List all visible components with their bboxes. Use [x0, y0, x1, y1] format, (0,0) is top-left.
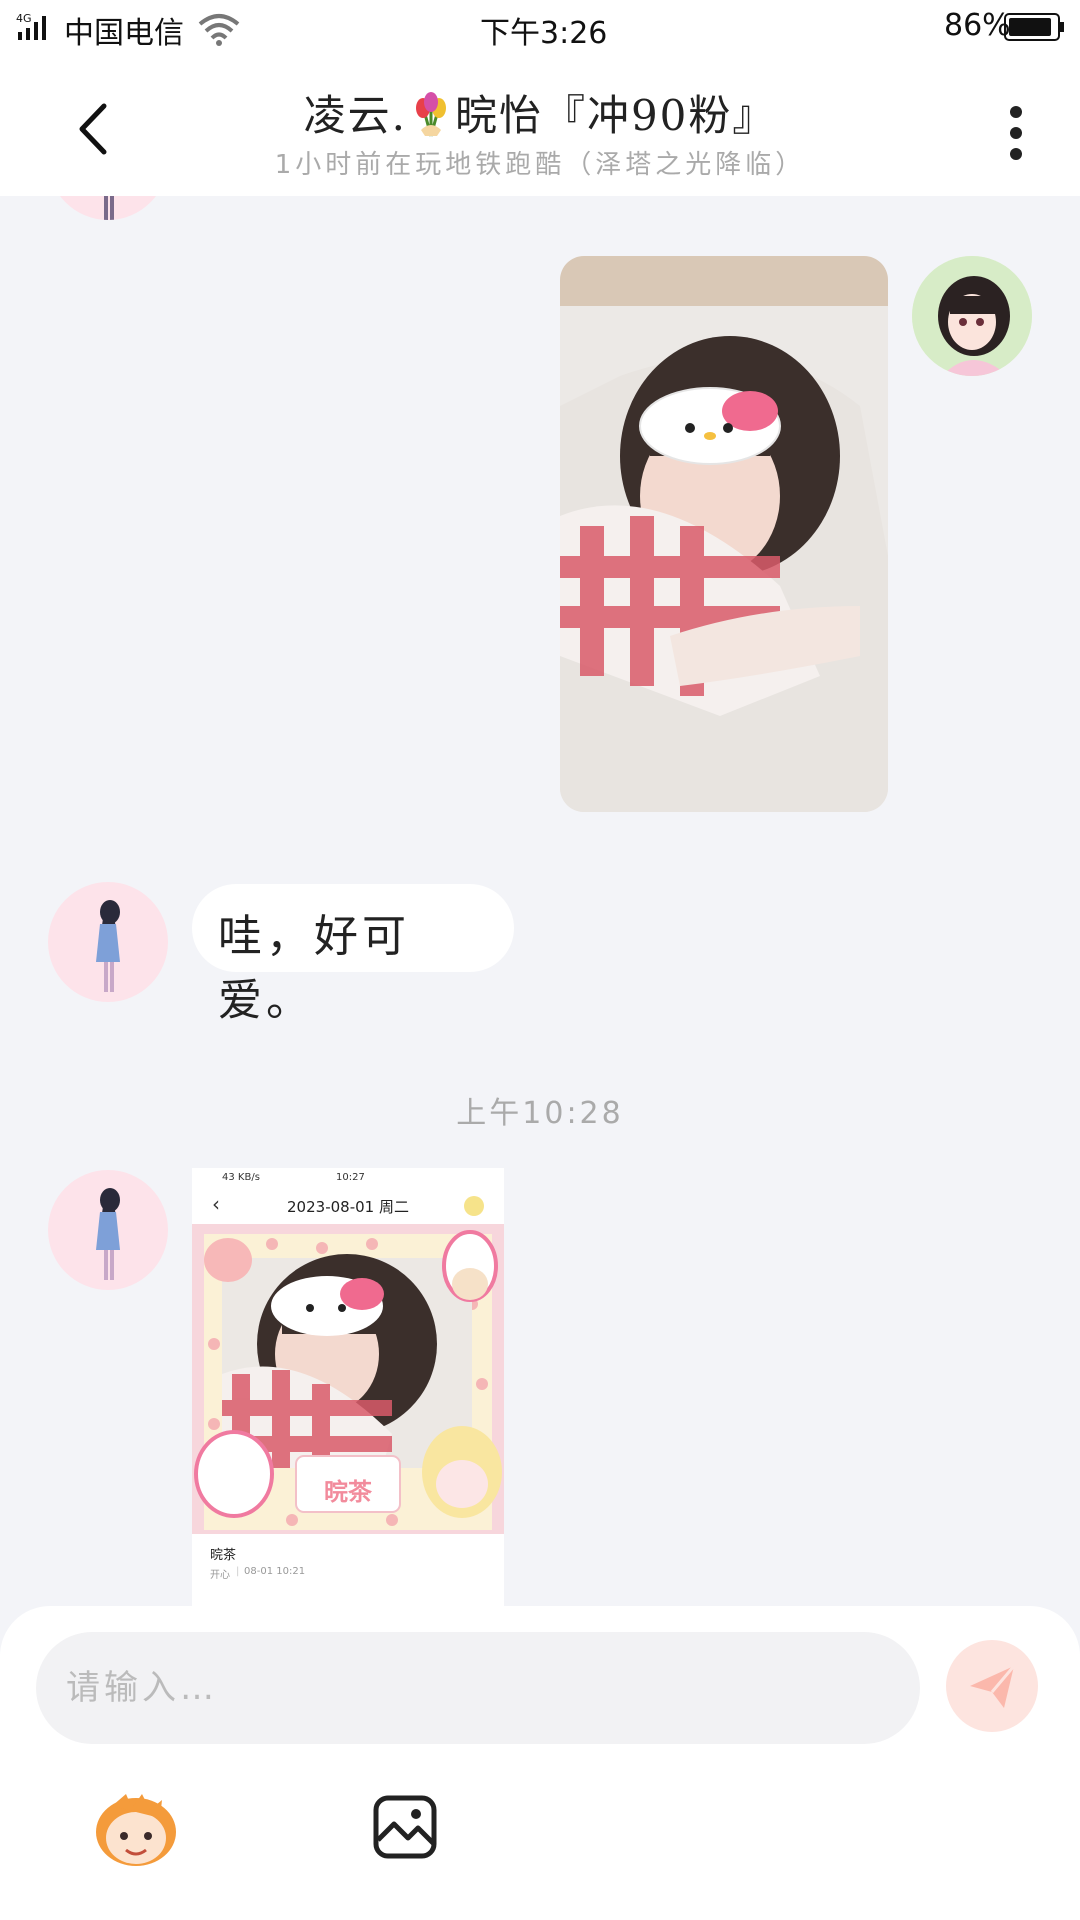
mini-card-divider: |: [236, 1566, 240, 1577]
more-button[interactable]: [996, 98, 1036, 168]
photo-picker-button[interactable]: [372, 1794, 438, 1860]
clock: 下午3:26: [480, 16, 608, 51]
carrier-name: 中国电信: [64, 16, 184, 51]
mini-card-mood: 开心: [210, 1570, 230, 1581]
anime-girl-figure-icon: [96, 900, 120, 992]
contact-name-prefix-display: 凌云.: [303, 91, 407, 140]
send-button[interactable]: [946, 1640, 1038, 1732]
mini-clock: 10:27: [336, 1172, 365, 1183]
mini-date-title: 2023-08-01 周二: [287, 1198, 409, 1216]
mini-photo-frame: 晥茶: [192, 1224, 504, 1534]
received-text-message[interactable]: 哇，好可爱。: [192, 884, 514, 1026]
contact-status-display: 1小时前在玩地铁跑酷（泽塔之光降临）: [274, 150, 806, 180]
mini-card-footer: 晥茶 开心 | 08-01 10:21: [192, 1534, 504, 1608]
cartoon-face-icon: [96, 1794, 176, 1866]
photo-girl-hellokitty-image: [560, 256, 888, 812]
mini-status-bar: 43 KB/s 10:27: [192, 1168, 504, 1190]
contact-avatar[interactable]: [48, 882, 168, 1002]
emoji-sticker-button[interactable]: [92, 1788, 180, 1868]
contact-name-main-display: 晥怡『冲90粉』: [454, 91, 777, 140]
status-bar: 4G 中国电信 下午3:26 86%: [0, 0, 1080, 58]
chat-header-overlay: 凌云. 晥怡『冲90粉』 1小时前在玩地铁跑酷（泽塔之光降临）: [0, 58, 1080, 196]
signal-icon: 4G: [16, 12, 46, 40]
paper-plane-icon: [970, 1665, 1016, 1708]
mini-network-speed: 43 KB/s: [222, 1172, 260, 1183]
anime-girl-figure-icon: [96, 1188, 120, 1280]
my-avatar[interactable]: [912, 256, 1032, 376]
sticker-label: 晥茶: [324, 1478, 372, 1506]
mini-card-time: 08-01 10:21: [244, 1566, 306, 1577]
anime-avatar-icon: [912, 256, 1032, 376]
mini-header: ‹ 2023-08-01 周二: [192, 1190, 504, 1222]
sent-photo-message[interactable]: [560, 256, 888, 812]
svg-text:4G: 4G: [16, 12, 32, 25]
message-timestamp: 上午10:28: [456, 1096, 624, 1131]
contact-name-display[interactable]: 凌云. 晥怡『冲90粉』: [0, 82, 1080, 143]
wifi-icon: [198, 14, 240, 46]
mini-emoji-icon: [464, 1196, 484, 1216]
contact-avatar-2[interactable]: [48, 1170, 168, 1290]
message-input[interactable]: 请输入…: [36, 1632, 920, 1744]
battery-percent: 86%: [944, 8, 1011, 43]
mini-card-name: 晥茶: [210, 1548, 237, 1563]
message-composer: 请输入…: [0, 1606, 1080, 1920]
image-gallery-icon: [373, 1795, 437, 1859]
shared-screenshot-message[interactable]: 43 KB/s 10:27 ‹ 2023-08-01 周二 晥茶 晥茶 开心 |…: [192, 1168, 504, 1608]
battery-icon: [1004, 13, 1064, 41]
tulip-icon: [415, 92, 446, 137]
